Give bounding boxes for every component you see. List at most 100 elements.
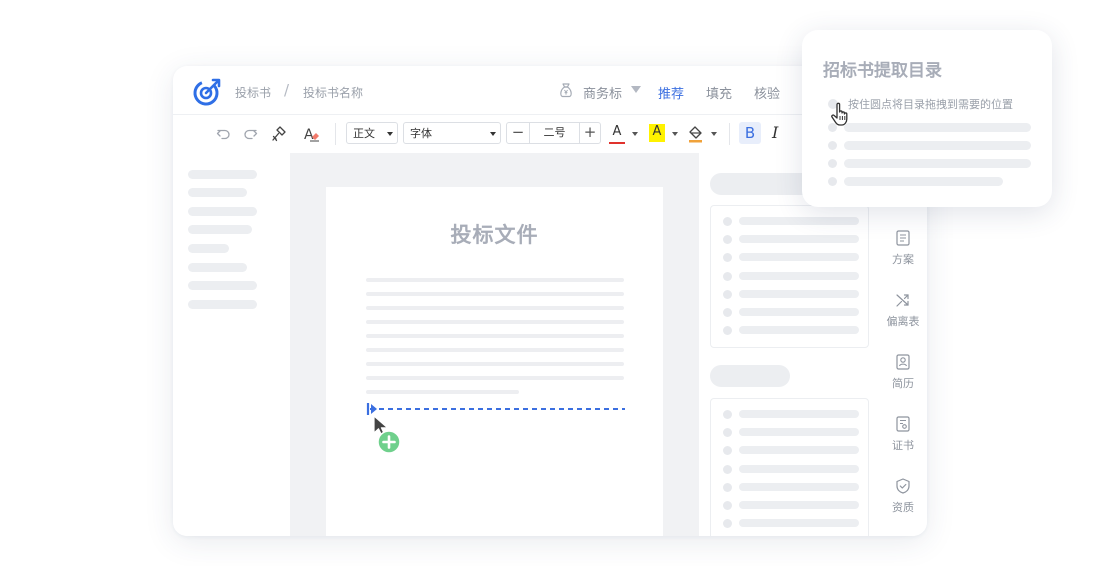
list-item-placeholder bbox=[739, 326, 859, 334]
document-canvas: 投标文件 bbox=[290, 153, 699, 536]
rail-item-qualification[interactable]: 资质 bbox=[879, 477, 927, 515]
recommendation-card[interactable] bbox=[710, 398, 869, 536]
rail-item-label: 偏离表 bbox=[886, 315, 920, 328]
rail-item-label: 方案 bbox=[892, 253, 914, 266]
list-bullet bbox=[723, 326, 732, 335]
popup-hint: 按住圆点将目录拖拽到需要的位置 bbox=[848, 98, 1013, 111]
text-line-placeholder bbox=[366, 278, 624, 282]
breadcrumb-root[interactable]: 投标书 bbox=[235, 84, 271, 101]
increase-font-size-button[interactable]: + bbox=[579, 123, 601, 143]
bold-button[interactable]: B bbox=[739, 122, 761, 144]
drag-handle[interactable] bbox=[828, 141, 837, 150]
list-item-placeholder bbox=[739, 290, 859, 298]
shield-check-icon bbox=[896, 478, 910, 494]
undo-icon[interactable] bbox=[215, 125, 233, 143]
text-line-placeholder bbox=[366, 292, 624, 296]
document-icon bbox=[896, 230, 910, 246]
highlight-color-button[interactable]: A bbox=[649, 124, 665, 142]
list-bullet bbox=[723, 272, 732, 281]
document-title: 投标文件 bbox=[450, 223, 539, 247]
toc-item-placeholder[interactable] bbox=[844, 177, 1003, 186]
list-item-placeholder bbox=[739, 253, 859, 261]
text-line-placeholder bbox=[366, 390, 519, 394]
clear-format-icon[interactable]: A bbox=[303, 125, 321, 143]
resume-icon bbox=[896, 354, 910, 370]
rail-item-resume[interactable]: 简历 bbox=[879, 353, 927, 391]
rail-item-label: 简历 bbox=[892, 377, 914, 390]
outline-placeholder bbox=[188, 281, 257, 290]
toolbar-separator bbox=[335, 123, 336, 145]
toc-item-placeholder[interactable] bbox=[844, 159, 1031, 168]
chevron-down-icon bbox=[490, 132, 496, 136]
decrease-font-size-button[interactable]: − bbox=[507, 123, 529, 143]
side-rail: 方案 偏离表 简历 证书 资质 bbox=[879, 153, 927, 536]
rail-item-certificate[interactable]: 证书 bbox=[879, 415, 927, 453]
font-value: 字体 bbox=[410, 127, 432, 140]
chevron-down-icon[interactable] bbox=[672, 132, 678, 136]
outline-placeholder bbox=[188, 263, 247, 272]
list-item-placeholder bbox=[739, 428, 859, 436]
shuffle-icon bbox=[896, 294, 909, 307]
list-bullet bbox=[723, 410, 732, 419]
drag-handle[interactable] bbox=[828, 159, 837, 168]
text-line-placeholder bbox=[366, 334, 624, 338]
tab-recommend[interactable]: 推荐 bbox=[658, 83, 684, 102]
bid-type-select[interactable]: 商务标 bbox=[583, 83, 622, 102]
money-bag-icon bbox=[560, 83, 572, 98]
font-size-value[interactable]: 二号 bbox=[529, 123, 580, 143]
add-icon bbox=[377, 430, 401, 454]
chevron-down-icon bbox=[387, 132, 393, 136]
text-line-placeholder bbox=[366, 320, 624, 324]
text-line-placeholder bbox=[366, 306, 624, 310]
text-line-placeholder bbox=[366, 348, 624, 352]
certificate-icon bbox=[896, 416, 910, 432]
chevron-down-icon[interactable] bbox=[632, 132, 638, 136]
list-bullet bbox=[723, 501, 732, 510]
outline-placeholder bbox=[188, 188, 247, 197]
italic-button[interactable]: I bbox=[772, 123, 778, 142]
toc-item-placeholder[interactable] bbox=[844, 123, 1031, 132]
toolbar-separator bbox=[729, 123, 730, 145]
list-bullet bbox=[723, 519, 732, 528]
document-page[interactable]: 投标文件 bbox=[326, 187, 663, 536]
font-size-stepper: − 二号 + bbox=[506, 122, 601, 144]
font-color-button[interactable]: A bbox=[609, 124, 625, 144]
list-bullet bbox=[723, 446, 732, 455]
outline-placeholder bbox=[188, 170, 257, 179]
recommendation-pane bbox=[699, 153, 879, 536]
format-painter-icon[interactable] bbox=[270, 125, 288, 143]
toc-item-placeholder[interactable] bbox=[844, 141, 1031, 150]
fill-color-icon[interactable] bbox=[687, 125, 705, 143]
paragraph-style-value: 正文 bbox=[353, 127, 375, 140]
tab-verify[interactable]: 核验 bbox=[754, 83, 780, 102]
rail-item-label: 资质 bbox=[892, 501, 914, 514]
redo-icon[interactable] bbox=[241, 125, 259, 143]
font-select[interactable]: 字体 bbox=[403, 122, 501, 144]
list-item-placeholder bbox=[739, 272, 859, 280]
list-item-placeholder bbox=[739, 217, 859, 225]
chevron-down-icon[interactable] bbox=[631, 86, 641, 93]
logo-icon[interactable] bbox=[192, 77, 222, 107]
section-header-placeholder bbox=[710, 365, 790, 387]
breadcrumb-current[interactable]: 投标书名称 bbox=[303, 84, 363, 101]
outline-placeholder bbox=[188, 244, 229, 253]
list-item-placeholder bbox=[739, 446, 859, 454]
drag-handle[interactable] bbox=[828, 177, 837, 186]
list-bullet bbox=[723, 465, 732, 474]
list-item-placeholder bbox=[739, 410, 859, 418]
list-item-placeholder bbox=[739, 519, 859, 527]
list-bullet bbox=[723, 290, 732, 299]
list-bullet bbox=[723, 217, 732, 226]
tab-fill[interactable]: 填充 bbox=[706, 83, 732, 102]
list-item-placeholder bbox=[739, 235, 859, 243]
recommendation-card[interactable] bbox=[710, 205, 869, 348]
extracted-toc-popup: 招标书提取目录 按住圆点将目录拖拽到需要的位置 bbox=[802, 30, 1052, 207]
rail-item-deviation[interactable]: 偏离表 bbox=[879, 291, 927, 329]
list-item-placeholder bbox=[739, 501, 859, 509]
chevron-down-icon[interactable] bbox=[711, 132, 717, 136]
list-item-placeholder bbox=[739, 308, 859, 316]
rail-item-plan[interactable]: 方案 bbox=[879, 229, 927, 267]
paragraph-style-select[interactable]: 正文 bbox=[346, 122, 398, 144]
outline-placeholder bbox=[188, 225, 252, 234]
drag-handle[interactable] bbox=[828, 123, 837, 132]
